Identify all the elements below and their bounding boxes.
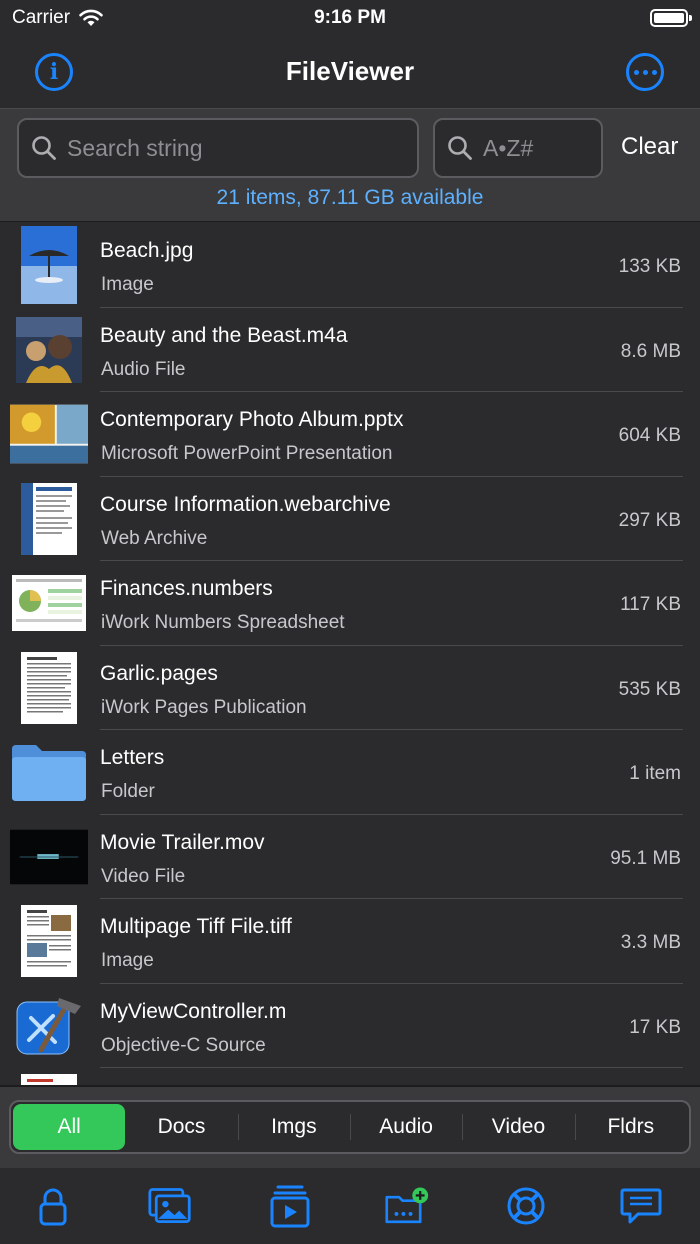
file-name: Multipage Tiff File.tiff	[100, 915, 292, 938]
file-type: Audio File	[101, 358, 186, 380]
video-thumbnail	[10, 818, 88, 896]
file-type: Image	[101, 950, 154, 971]
list-item[interactable]: Garlic.pages iWork Pages Publication 535…	[0, 646, 700, 730]
file-type: Objective-C Source	[101, 1034, 266, 1056]
filter-docs[interactable]: Docs	[125, 1104, 237, 1150]
filter-all[interactable]: All	[13, 1104, 126, 1150]
filter-bar: All Docs Imgs Audio Video Fldrs	[0, 1085, 700, 1168]
battery-icon	[650, 9, 692, 27]
file-size: 1 item	[629, 763, 681, 784]
search-input[interactable]	[67, 134, 417, 162]
file-size: 3.3 MB	[620, 932, 681, 953]
file-type: Video File	[101, 865, 186, 887]
list-item[interactable]: Beach.jpg Image 133 KB	[0, 223, 700, 308]
file-type: Web Archive	[101, 527, 208, 549]
messages-button[interactable]	[619, 1184, 663, 1228]
file-type: iWork Numbers Spreadsheet	[101, 612, 345, 633]
search-field[interactable]	[17, 118, 419, 178]
search-area: Clear 21 items, 87.11 GB available	[0, 108, 700, 222]
file-type: Image	[101, 274, 154, 295]
file-size: 17 KB	[629, 1016, 681, 1038]
list-item[interactable]: Letters Folder 1 item	[0, 730, 700, 815]
webpage-thumbnail	[10, 480, 88, 558]
help-lifebuoy-icon	[507, 1187, 545, 1225]
more-options-button[interactable]	[626, 53, 664, 91]
file-size: 535 KB	[618, 678, 681, 700]
help-button[interactable]	[504, 1184, 548, 1228]
file-type-filter: All Docs Imgs Audio Video Fldrs	[9, 1100, 691, 1154]
photos-button[interactable]	[148, 1184, 192, 1228]
spreadsheet-thumbnail	[10, 564, 88, 642]
messages-icon	[620, 1188, 662, 1224]
filter-video[interactable]: Video	[462, 1104, 574, 1150]
items-summary: 21 items, 87.11 GB available	[216, 186, 484, 209]
filter-imgs[interactable]: Imgs	[237, 1104, 350, 1150]
folder-icon	[10, 733, 88, 811]
list-item[interactable]: Contemporary Photo Album.pptx Microsoft …	[0, 392, 700, 477]
file-size: 297 KB	[618, 509, 681, 531]
file-name: Beach.jpg	[100, 239, 194, 262]
file-type: iWork Pages Publication	[101, 696, 307, 718]
filter-fldrs[interactable]: Fldrs	[574, 1104, 687, 1150]
sort-input[interactable]	[483, 134, 601, 162]
file-size: 133 KB	[618, 256, 681, 277]
list-item[interactable]: Multipage Tiff File.tiff Image 3.3 MB	[0, 899, 700, 984]
xcode-icon	[10, 987, 88, 1065]
tiff-document-thumbnail	[10, 902, 88, 980]
document-thumbnail	[10, 1071, 88, 1085]
media-playlist-icon	[270, 1185, 310, 1228]
list-item[interactable]: Course Information.webarchive Web Archiv…	[0, 477, 700, 561]
list-item[interactable]	[0, 1068, 700, 1085]
media-playlist-button[interactable]	[268, 1184, 312, 1228]
photos-icon	[148, 1188, 191, 1223]
presentation-thumbnail	[10, 395, 88, 473]
file-type: Folder	[101, 781, 155, 802]
navigation-bar: i FileViewer	[0, 36, 700, 108]
file-name: Garlic.pages	[100, 661, 218, 685]
list-item[interactable]: Movie Trailer.mov Video File 95.1 MB	[0, 815, 700, 899]
lock-button[interactable]	[31, 1184, 75, 1228]
file-name: Finances.numbers	[100, 577, 273, 600]
beach-photo-thumbnail	[10, 226, 88, 304]
file-size: 8.6 MB	[620, 340, 681, 362]
file-name: Movie Trailer.mov	[100, 830, 265, 854]
file-size: 117 KB	[620, 594, 681, 615]
file-size: 95.1 MB	[610, 847, 681, 869]
list-item[interactable]: Finances.numbers iWork Numbers Spreadshe…	[0, 561, 700, 646]
search-icon	[32, 136, 56, 160]
sort-field[interactable]	[433, 118, 603, 178]
file-name: Contemporary Photo Album.pptx	[100, 408, 404, 431]
file-list[interactable]: Beach.jpg Image 133 KB Beauty and the Be…	[0, 223, 700, 1085]
album-art-thumbnail	[10, 311, 88, 389]
lock-icon	[39, 1188, 67, 1226]
add-folder-button[interactable]	[385, 1184, 429, 1228]
file-name: Course Information.webarchive	[100, 492, 391, 516]
file-size: 604 KB	[618, 425, 681, 446]
ellipsis-icon	[633, 69, 639, 75]
clear-button[interactable]: Clear	[621, 133, 678, 161]
list-item[interactable]: MyViewController.m Objective-C Source 17…	[0, 984, 700, 1068]
document-thumbnail	[10, 649, 88, 727]
file-name: MyViewController.m	[100, 999, 287, 1023]
clock: 9:16 PM	[314, 7, 386, 28]
list-item[interactable]: Beauty and the Beast.m4a Audio File 8.6 …	[0, 308, 700, 392]
status-bar: Carrier 9:16 PM	[0, 0, 700, 36]
file-name: Letters	[100, 746, 165, 769]
file-name: Beauty and the Beast.m4a	[100, 323, 348, 347]
page-title: FileViewer	[285, 56, 415, 86]
search-icon	[448, 136, 472, 160]
bottom-toolbar	[0, 1168, 700, 1244]
add-folder-icon	[385, 1187, 429, 1224]
file-type: Microsoft PowerPoint Presentation	[101, 443, 393, 464]
filter-audio[interactable]: Audio	[349, 1104, 462, 1150]
